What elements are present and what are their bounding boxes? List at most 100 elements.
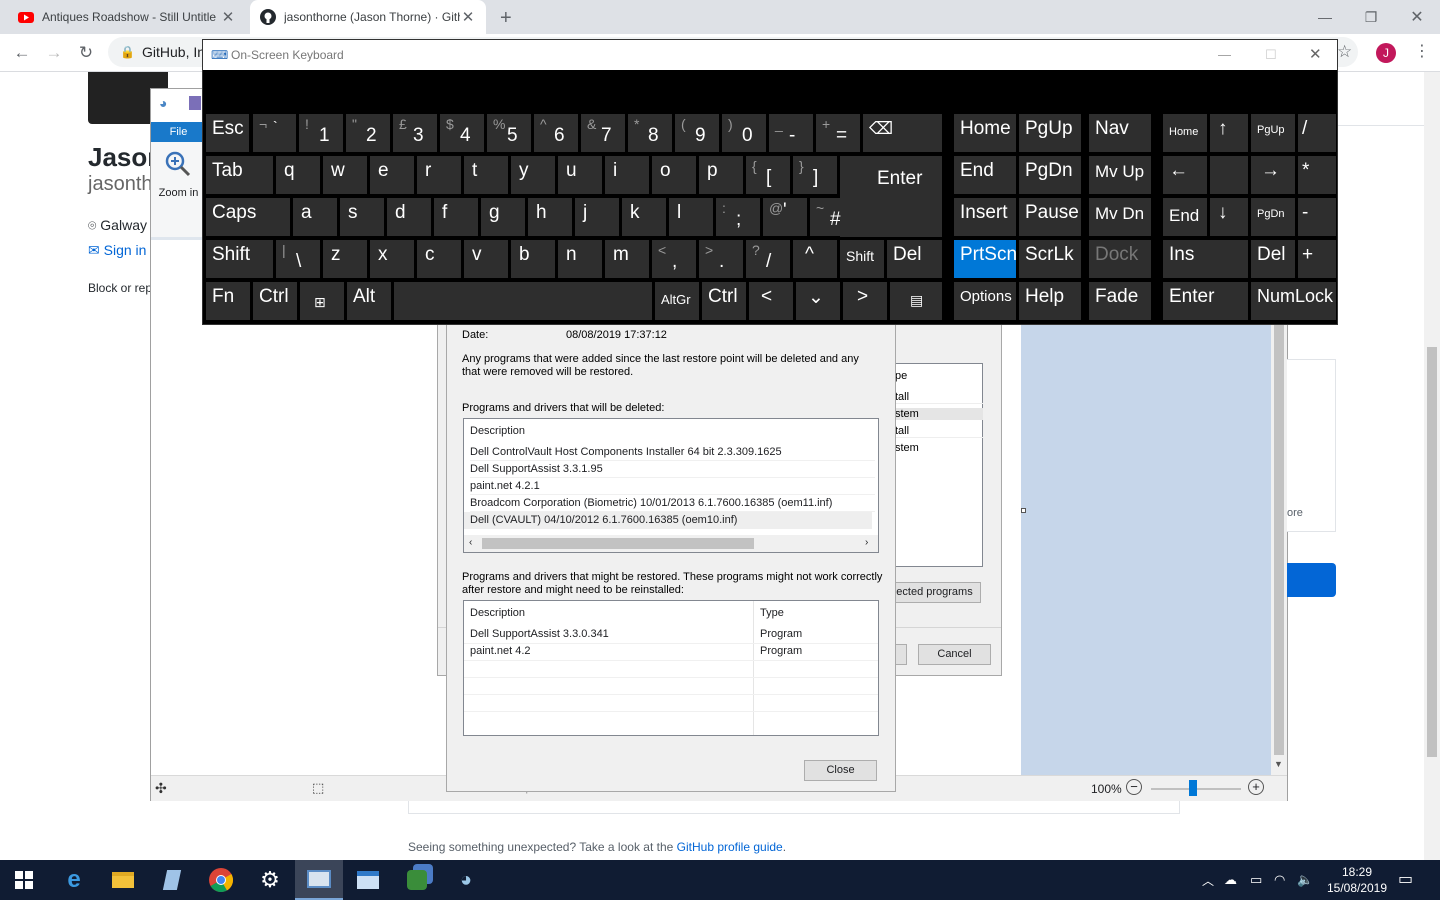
- key-g[interactable]: g: [481, 198, 525, 236]
- key-nav[interactable]: Nav: [1089, 114, 1151, 152]
- chrome-icon[interactable]: [197, 860, 245, 900]
- key-r[interactable]: r: [417, 156, 461, 194]
- paint-taskbar-icon[interactable]: ◕: [442, 860, 490, 900]
- list-item[interactable]: stem: [895, 442, 983, 454]
- key-num-pgup[interactable]: PgUp: [1251, 114, 1295, 152]
- horizontal-scrollbar[interactable]: ‹ ›: [464, 535, 878, 552]
- key-backslash[interactable]: | \: [276, 240, 320, 278]
- column-header[interactable]: Description: [470, 605, 525, 622]
- minimize-icon[interactable]: —: [1302, 0, 1348, 34]
- key-num-enter[interactable]: Enter: [1163, 282, 1248, 320]
- key-l[interactable]: l: [669, 198, 713, 236]
- avatar[interactable]: J: [1376, 43, 1396, 63]
- key-help[interactable]: Help: [1019, 282, 1081, 320]
- key-m[interactable]: m: [605, 240, 649, 278]
- key-semicolon[interactable]: :;: [716, 198, 760, 236]
- tab-github[interactable]: jasonthorne (Jason Thorne) · Gith ✕: [250, 0, 486, 34]
- key-arrow-right[interactable]: >: [843, 282, 887, 320]
- key-v[interactable]: v: [464, 240, 508, 278]
- close-tab-icon[interactable]: ✕: [460, 8, 476, 26]
- key-z[interactable]: z: [323, 240, 367, 278]
- key-fn[interactable]: Fn: [206, 282, 250, 320]
- key-c[interactable]: c: [417, 240, 461, 278]
- table-row[interactable]: paint.net 4.2.1: [470, 478, 875, 495]
- key-home[interactable]: Home: [954, 114, 1016, 152]
- key-y[interactable]: y: [511, 156, 555, 194]
- key-menu[interactable]: ▤: [890, 282, 942, 320]
- profile-guide-link[interactable]: GitHub profile guide: [677, 840, 783, 854]
- key-num-minus[interactable]: -: [1298, 198, 1336, 236]
- key-q[interactable]: q: [276, 156, 320, 194]
- key-bracket-right[interactable]: }]: [793, 156, 837, 194]
- key-esc[interactable]: Esc: [206, 114, 249, 152]
- file-explorer-icon[interactable]: [99, 860, 147, 900]
- key-2[interactable]: " 2: [346, 114, 390, 152]
- resize-handle[interactable]: [1021, 508, 1026, 513]
- key-e[interactable]: e: [370, 156, 414, 194]
- key-num-down[interactable]: ↓: [1210, 198, 1248, 236]
- page-scrollbar[interactable]: [1424, 72, 1440, 860]
- key-h[interactable]: h: [528, 198, 572, 236]
- key-quote[interactable]: @ ': [763, 198, 807, 236]
- key-alt[interactable]: Alt: [347, 282, 391, 320]
- list-item[interactable]: stem: [895, 408, 983, 420]
- forward-icon[interactable]: →: [42, 42, 66, 64]
- close-button[interactable]: Close: [804, 760, 877, 781]
- key-insert[interactable]: Insert: [954, 198, 1016, 236]
- key-s[interactable]: s: [340, 198, 384, 236]
- key-numlock[interactable]: NumLock: [1251, 282, 1336, 320]
- table-row[interactable]: Broadcom Corporation (Biometric) 10/01/2…: [470, 495, 875, 512]
- system-window-icon[interactable]: [344, 860, 392, 900]
- maximize-icon[interactable]: ☐: [1265, 40, 1277, 70]
- restore-icon[interactable]: ❐: [1348, 0, 1394, 34]
- key-end[interactable]: End: [954, 156, 1016, 194]
- key-o[interactable]: o: [652, 156, 696, 194]
- key-num-left[interactable]: ←: [1163, 156, 1207, 194]
- key-shift-right[interactable]: Shift: [840, 240, 884, 278]
- table-row[interactable]: Dell ControlVault Host Components Instal…: [470, 444, 875, 461]
- key-f[interactable]: f: [434, 198, 478, 236]
- cancel-button[interactable]: Cancel: [918, 644, 991, 665]
- key-0[interactable]: ) 0: [722, 114, 766, 152]
- block-report-link[interactable]: Block or rep: [88, 281, 152, 295]
- key-tab[interactable]: Tab: [206, 156, 273, 194]
- key-arrow-up[interactable]: ^: [793, 240, 837, 278]
- key-pgup[interactable]: PgUp: [1019, 114, 1081, 152]
- key-ctrl-left[interactable]: Ctrl: [253, 282, 297, 320]
- tab-youtube[interactable]: Antiques Roadshow - Still Untitle ✕: [8, 0, 246, 34]
- key-num-plus[interactable]: +: [1298, 240, 1336, 278]
- key-slash[interactable]: ? /: [746, 240, 790, 278]
- zoom-in-button[interactable]: Zoom in: [151, 142, 206, 237]
- key-b[interactable]: b: [511, 240, 555, 278]
- scrollbar-thumb[interactable]: [1427, 347, 1437, 757]
- key-mvup[interactable]: Mv Up: [1089, 156, 1151, 194]
- key-9[interactable]: (9: [675, 114, 719, 152]
- key-fade[interactable]: Fade: [1089, 282, 1151, 320]
- key-pgdn[interactable]: PgDn: [1019, 156, 1081, 194]
- list-item[interactable]: tall: [895, 425, 983, 438]
- key-equals[interactable]: + =: [816, 114, 860, 152]
- battery-icon[interactable]: ▭: [1250, 872, 1262, 888]
- table-cell[interactable]: Program: [760, 626, 802, 643]
- key-prtscn[interactable]: PrtScn: [954, 240, 1016, 278]
- key-d[interactable]: d: [387, 198, 431, 236]
- key-n[interactable]: n: [558, 240, 602, 278]
- table-cell[interactable]: Program: [760, 643, 802, 660]
- key-num-del[interactable]: Del: [1251, 240, 1295, 278]
- bookmark-star-icon[interactable]: ☆: [1337, 42, 1352, 62]
- zoom-in-small-icon[interactable]: +: [1248, 779, 1264, 795]
- onedrive-icon[interactable]: ☁: [1224, 872, 1237, 888]
- key-options[interactable]: Options: [954, 282, 1016, 320]
- zoom-out-icon[interactable]: −: [1126, 779, 1142, 795]
- scrollbar-thumb[interactable]: [1274, 250, 1284, 755]
- key-num-up[interactable]: ↑: [1210, 114, 1248, 152]
- key-backspace[interactable]: ⌫: [863, 114, 942, 152]
- table-row[interactable]: paint.net 4.2: [470, 643, 531, 660]
- key-windows[interactable]: ⊞: [300, 282, 344, 320]
- key-6[interactable]: ^ 6: [534, 114, 578, 152]
- key-arrow-left[interactable]: <: [749, 282, 793, 320]
- github-blue-button[interactable]: [1287, 563, 1336, 597]
- key-num-5[interactable]: [1210, 156, 1248, 194]
- key-arrow-down[interactable]: ⌄: [796, 282, 840, 320]
- key-t[interactable]: t: [464, 156, 508, 194]
